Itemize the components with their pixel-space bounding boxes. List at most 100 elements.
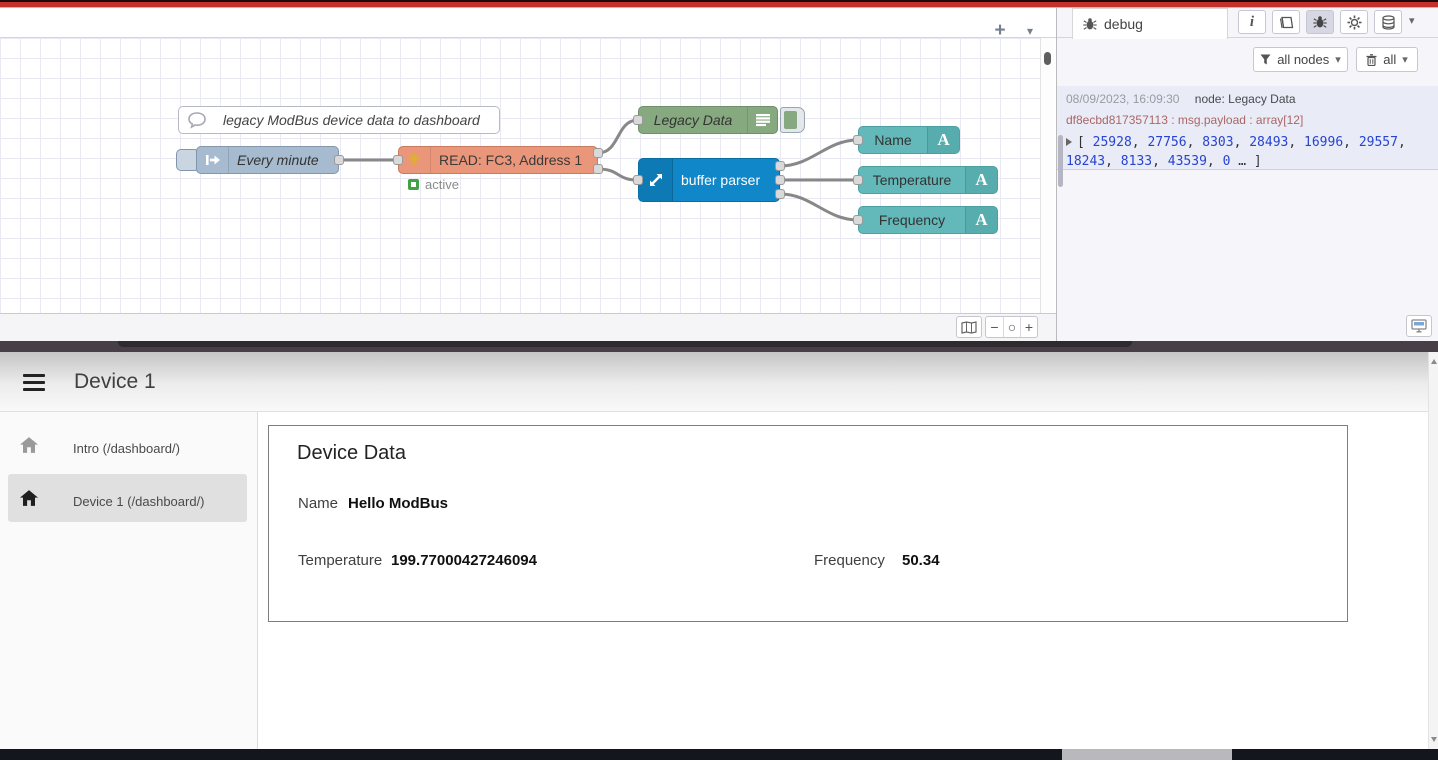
debug-tab-button[interactable] (1306, 10, 1334, 34)
expand-arrows-icon (639, 159, 673, 201)
config-tab-button[interactable] (1340, 10, 1368, 34)
context-tab-button[interactable] (1374, 10, 1402, 34)
debug-payload-values: [ 25928, 27756, 8303, 28493, 16996, 2955… (1066, 135, 1406, 169)
info-icon: i (1250, 14, 1254, 31)
port-modbus-in[interactable] (393, 155, 403, 165)
sidebar-divider[interactable] (1056, 8, 1057, 341)
port-name-in[interactable] (853, 135, 863, 145)
port-parser-in[interactable] (633, 175, 643, 185)
debug-message[interactable]: 08/09/2023, 16:09:30 node: Legacy Data d… (1057, 86, 1438, 170)
menu-icon[interactable] (23, 374, 45, 391)
modbus-read-node[interactable]: ✳ READ: FC3, Address 1 (398, 146, 598, 174)
dashboard-scrollbar[interactable] (1428, 352, 1438, 749)
port-parser-out2[interactable] (775, 175, 785, 185)
map-icon (961, 321, 977, 334)
card-title: Device Data (297, 442, 406, 465)
debug-toggle-state (784, 111, 797, 129)
wire-parser-frequency (780, 194, 858, 220)
field-label-frequency: Frequency (814, 552, 885, 569)
book-icon (1279, 16, 1294, 29)
flow-canvas[interactable]: legacy ModBus device data to dashboard E… (0, 38, 1040, 313)
field-value-frequency: 50.34 (902, 552, 940, 569)
sidebar-item-label: Intro (/dashboard/) (73, 441, 180, 456)
modbus-label: READ: FC3, Address 1 (431, 152, 590, 168)
comment-node[interactable]: legacy ModBus device data to dashboard (178, 106, 500, 134)
debug-clear-button[interactable]: all ▾ (1356, 47, 1418, 72)
flow-tabbar: + ▾ (0, 8, 1056, 38)
wire-modbus-parser (598, 169, 638, 180)
zoom-controls: − ○ + (985, 316, 1038, 338)
monitor-icon (1411, 319, 1427, 333)
zoom-in-button[interactable]: + (1020, 317, 1037, 337)
debug-sidebar: debug i (1057, 8, 1438, 341)
inject-label: Every minute (229, 152, 327, 168)
sidebar-item-intro[interactable]: Intro (/dashboard/) (0, 429, 258, 473)
sidebar-item-label: Device 1 (/dashboard/) (73, 494, 205, 509)
sidebar-menu-button[interactable]: ▾ (1409, 14, 1415, 27)
port-temperature-in[interactable] (853, 175, 863, 185)
zoom-reset-button[interactable]: ○ (1003, 317, 1020, 337)
window-divider (0, 341, 1438, 352)
modbus-asterisk-icon: ✳ (399, 147, 431, 173)
ui-text-node-frequency[interactable]: Frequency A (858, 206, 998, 234)
debug-message-node-ref[interactable]: node: Legacy Data (1195, 92, 1296, 106)
buffer-parser-node[interactable]: buffer parser (638, 158, 780, 202)
info-tab-button[interactable]: i (1238, 10, 1266, 34)
debug-message-timestamp: 08/09/2023, 16:09:30 (1066, 92, 1179, 106)
expand-arrow-icon[interactable] (1066, 138, 1072, 146)
bottom-edge-bar (0, 749, 1438, 760)
port-modbus-out2[interactable] (593, 164, 603, 174)
ui-text-node-name[interactable]: Name A (858, 126, 960, 154)
dashboard-header (0, 352, 1438, 412)
scroll-down-arrow-icon[interactable] (1431, 737, 1437, 742)
modbus-status-text: active (425, 177, 459, 192)
ui-text-label: Temperature (859, 172, 965, 188)
help-tab-button[interactable] (1272, 10, 1300, 34)
zoom-out-button[interactable]: − (986, 317, 1003, 337)
debug-legacy-data-node[interactable]: Legacy Data (638, 106, 778, 134)
tab-debug-label: debug (1104, 16, 1143, 32)
debug-clear-label: all (1383, 52, 1396, 67)
navigator-button[interactable] (956, 316, 982, 338)
port-parser-out3[interactable] (775, 189, 785, 199)
bottom-bar-segment (1062, 749, 1232, 760)
debug-node-label: Legacy Data (639, 112, 747, 128)
port-frequency-in[interactable] (853, 215, 863, 225)
bug-icon (1083, 17, 1097, 31)
port-parser-out1[interactable] (775, 161, 785, 171)
debug-list-icon (747, 107, 777, 133)
bug-icon (1313, 15, 1327, 29)
dashboard-sidebar: Intro (/dashboard/) Device 1 (/dashboard… (0, 412, 258, 749)
inject-button[interactable] (176, 149, 197, 171)
inject-node[interactable]: Every minute (196, 146, 339, 174)
ui-text-node-temperature[interactable]: Temperature A (858, 166, 998, 194)
parser-label: buffer parser (673, 172, 768, 188)
text-a-icon: A (965, 207, 997, 233)
tab-debug[interactable]: debug (1072, 8, 1228, 39)
canvas-scrollbar[interactable] (1040, 38, 1054, 313)
port-modbus-out1[interactable] (593, 148, 603, 158)
modbus-status: active (408, 177, 459, 192)
window-top-edge (0, 0, 1438, 8)
scroll-up-arrow-icon[interactable] (1431, 359, 1437, 364)
database-icon (1381, 15, 1396, 30)
debug-toggle-button[interactable] (780, 107, 805, 133)
home-icon (20, 437, 38, 453)
ui-text-label: Name (859, 132, 927, 148)
sidebar-scrollbar-thumb[interactable] (1058, 135, 1063, 187)
open-debug-window-button[interactable] (1406, 315, 1432, 337)
field-label-temperature: Temperature (298, 552, 382, 569)
debug-payload[interactable]: [ 25928, 27756, 8303, 28493, 16996, 2955… (1066, 133, 1438, 171)
sidebar-item-device-1[interactable]: Device 1 (/dashboard/) (0, 474, 258, 522)
gear-icon (1347, 15, 1362, 30)
port-debug-in[interactable] (633, 115, 643, 125)
field-label-name: Name (298, 495, 338, 512)
screen: + ▾ legacy ModBus device data to dashboa… (0, 0, 1438, 760)
status-dot-icon (408, 179, 419, 190)
canvas-scrollbar-thumb[interactable] (1044, 52, 1051, 65)
port-inject-out[interactable] (334, 155, 344, 165)
filter-funnel-icon (1260, 54, 1271, 65)
debug-filter-button[interactable]: all nodes ▾ (1253, 47, 1348, 72)
comment-bubble-icon (179, 107, 215, 133)
comment-label: legacy ModBus device data to dashboard (215, 112, 488, 128)
